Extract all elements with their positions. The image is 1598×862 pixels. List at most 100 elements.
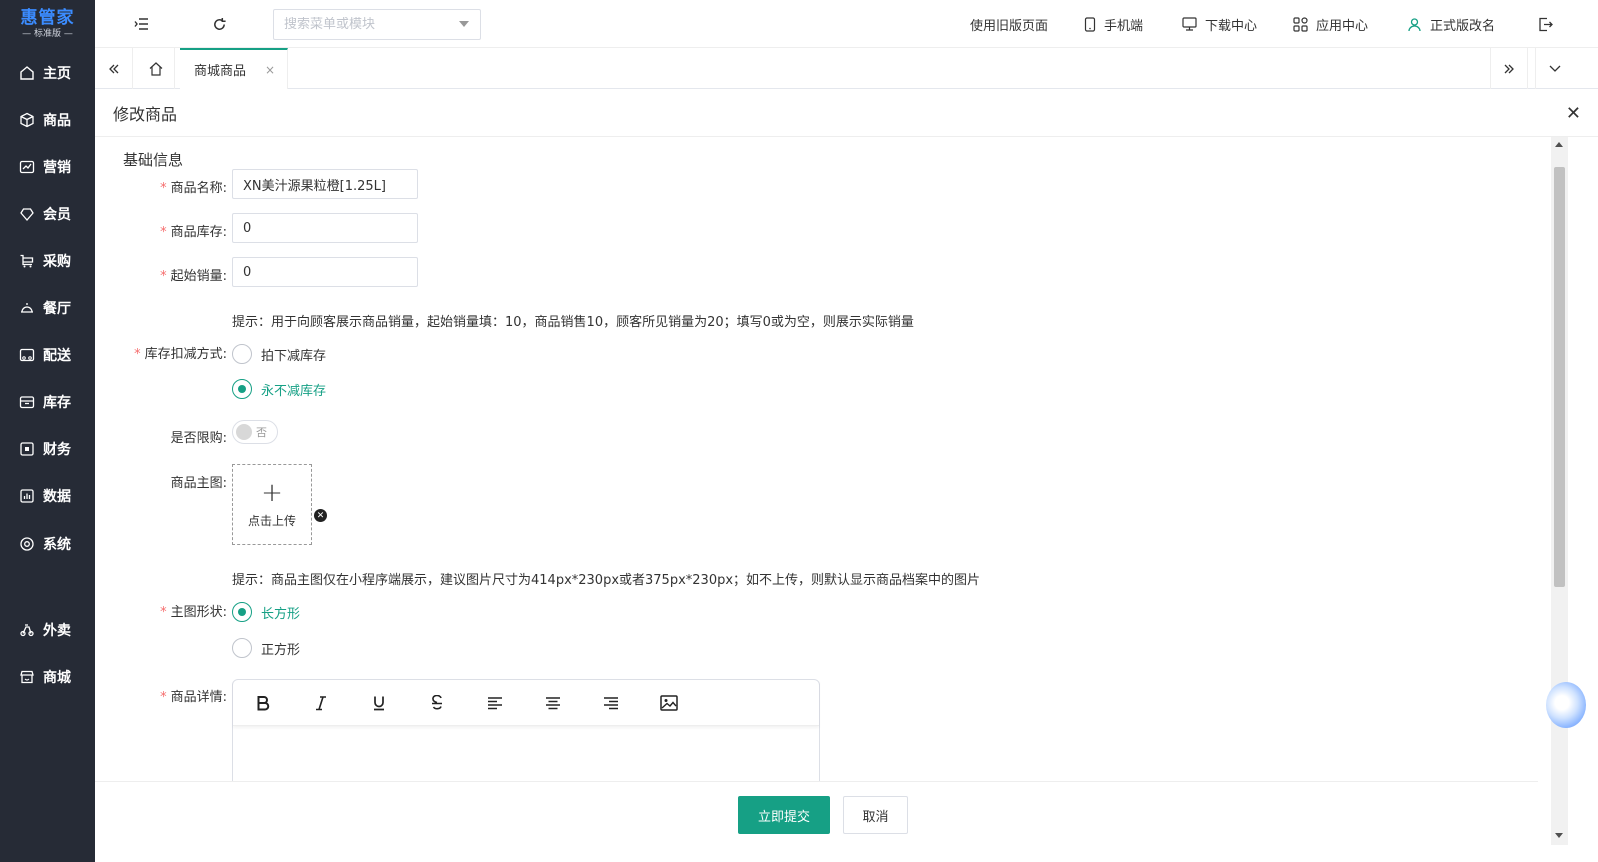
rich-text-editor[interactable] [232,679,820,781]
sidebar-item-marketing[interactable]: 营销 [0,149,95,185]
download-center-label: 下载中心 [1205,18,1258,34]
sidebar-item-label: 餐厅 [43,301,71,317]
page-scrollbar[interactable] [1551,137,1568,845]
page-title: 修改商品 [113,104,178,124]
close-icon[interactable]: × [265,63,275,77]
home-tab-icon[interactable] [137,48,175,89]
logo-main: 惠管家 [20,8,75,28]
sidebar-item-goods[interactable]: 商品 [0,102,95,138]
menu-search-input[interactable] [284,17,444,32]
top-bar: 使用旧版页面 手机端 下载中心 应用中心 正式版改名 [95,0,1598,48]
editor-toolbar [233,680,819,726]
mobile-link[interactable]: 手机端 [1084,0,1143,48]
plus-icon: + [261,478,283,508]
download-center-link[interactable]: 下载中心 [1182,0,1257,48]
goods-name-input[interactable] [232,169,418,199]
old-version-label: 使用旧版页面 [970,18,1049,34]
image-icon[interactable] [658,692,680,714]
underline-icon[interactable] [368,692,390,714]
panel-header: 修改商品 ✕ [95,89,1598,137]
close-icon[interactable]: ✕ [1566,103,1581,124]
goods-form: 基础信息 *商品名称: *商品库存: *起始销量: 提示：用于向顾客展示商品销量… [95,137,1538,781]
radio-circle [232,379,252,399]
upload-label: 点击上传 [247,514,296,528]
system-icon [19,536,35,552]
sidebar-item-restaurant[interactable]: 餐厅 [0,290,95,326]
sidebar-item-purchase[interactable]: 采购 [0,243,95,279]
switch-knob [236,424,252,440]
account-menu[interactable]: 正式版改名 [1407,0,1495,48]
never-deduct-radio[interactable]: 永不减库存 [232,379,326,399]
tab-mall-goods[interactable]: 商城商品 × [180,48,288,89]
align-left-icon[interactable] [484,692,506,714]
shape-rectangle-radio[interactable]: 长方形 [232,602,300,622]
sidebar-item-inventory[interactable]: 库存 [0,384,95,420]
purchase-limit-switch[interactable]: 否 [232,420,278,444]
store-icon [19,669,35,685]
shape-square-radio[interactable]: 正方形 [232,638,300,658]
assistant-float-icon[interactable] [1546,682,1586,728]
bold-icon[interactable] [252,692,274,714]
tabs-scroll-right-icon[interactable] [1490,48,1528,89]
strikethrough-icon[interactable] [426,692,448,714]
sidebar-item-data[interactable]: 数据 [0,478,95,514]
remove-image-icon[interactable]: ✕ [314,509,327,522]
tabs-scroll-left-icon[interactable] [95,48,133,89]
edit-goods-panel: 修改商品 ✕ 基础信息 *商品名称: *商品库存: *起始销量: 提示：用于向顾… [95,89,1598,862]
account-label: 正式版改名 [1430,18,1496,34]
sidebar: 惠管家 — 标准版 — 主页 商品 营销 会员 采购 餐厅 配送 库存 财务 数… [0,0,95,862]
sidebar-item-label: 库存 [43,395,71,411]
scroll-up-icon[interactable] [1555,142,1563,147]
logo[interactable]: 惠管家 — 标准版 — [0,0,95,48]
sidebar-item-label: 配送 [43,348,71,364]
cloche-icon [19,300,35,316]
align-right-icon[interactable] [600,692,622,714]
image-hint: 提示：商品主图仅在小程序端展示，建议图片尺寸为414px*230px或者375p… [232,573,981,588]
goods-stock-input[interactable] [232,213,418,243]
sidebar-item-delivery[interactable]: 配送 [0,337,95,373]
deduct-on-order-radio[interactable]: 拍下减库存 [232,344,326,364]
apps-grid-icon [1293,16,1308,32]
radio-label: 长方形 [261,606,301,622]
italic-icon[interactable] [310,692,332,714]
goods-detail-label: * 商品详情: [160,690,227,705]
align-center-icon[interactable] [542,692,564,714]
app-center-link[interactable]: 应用中心 [1293,0,1368,48]
menu-search-select[interactable] [273,9,481,40]
stock-label: * 商品库存: [160,225,227,240]
sidebar-item-home[interactable]: 主页 [0,55,95,91]
sidebar-item-finance[interactable]: 财务 [0,431,95,467]
logout-icon[interactable] [1535,14,1555,34]
sidebar-item-label: 商品 [43,113,71,129]
cancel-button[interactable]: 取消 [843,796,908,834]
sidebar-item-store[interactable]: 商城 [0,659,95,695]
trend-icon [19,159,35,175]
switch-state-label: 否 [256,426,267,439]
radio-circle [232,602,252,622]
submit-button[interactable]: 立即提交 [738,796,830,834]
sidebar-item-label: 系统 [43,537,71,553]
initial-sales-input[interactable] [232,257,418,287]
menu-toggle-icon[interactable] [132,14,152,34]
cart-icon [19,253,35,269]
takeout-icon [19,622,35,638]
deduct-method-label: * 库存扣减方式: [134,347,227,362]
delivery-icon [19,347,35,363]
tab-label: 商城商品 [194,64,247,79]
tabs-dropdown-icon[interactable] [1535,48,1573,89]
sidebar-item-system[interactable]: 系统 [0,526,95,562]
refresh-icon[interactable] [209,14,229,34]
logo-sub: — 标准版 — [22,29,73,39]
app-center-label: 应用中心 [1316,18,1369,34]
scroll-thumb[interactable] [1554,167,1565,587]
chevron-down-icon [458,17,470,32]
sidebar-item-members[interactable]: 会员 [0,196,95,232]
diamond-icon [19,206,35,222]
image-upload-button[interactable]: + 点击上传 [232,464,312,545]
old-version-link[interactable]: 使用旧版页面 [970,0,1048,48]
sidebar-item-takeout[interactable]: 外卖 [0,612,95,648]
initial-sales-label: * 起始销量: [160,269,227,284]
scroll-down-icon[interactable] [1555,833,1563,838]
mobile-label: 手机端 [1104,18,1144,34]
monitor-icon [1182,17,1197,31]
